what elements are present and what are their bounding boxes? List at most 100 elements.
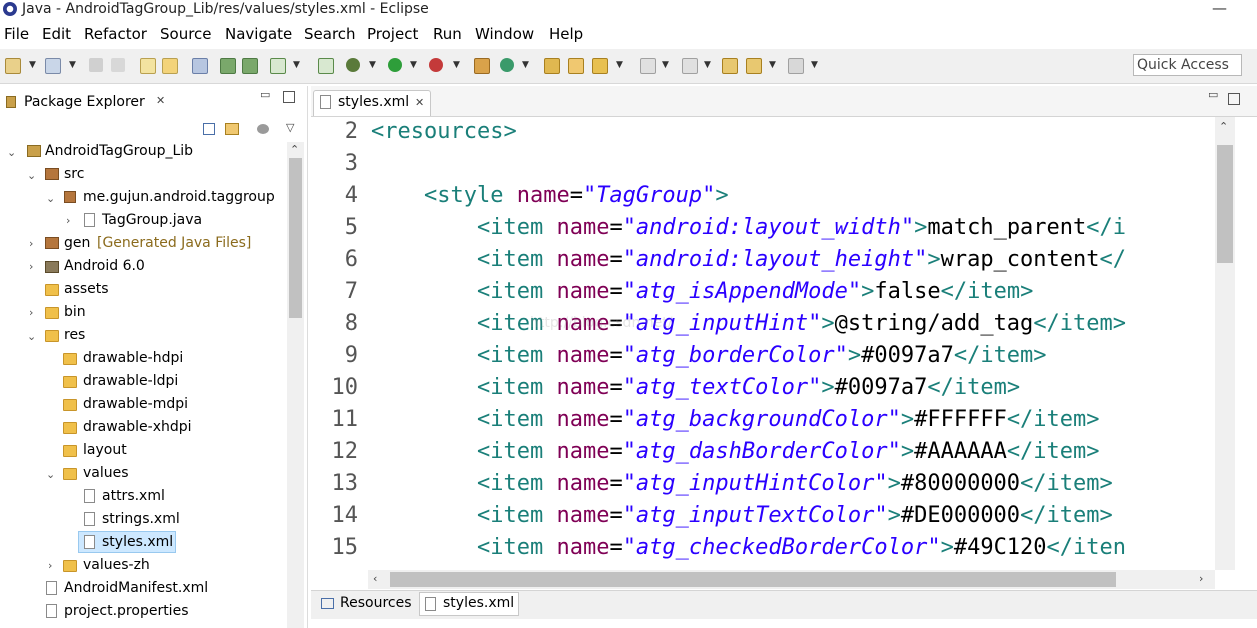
refresh-icon[interactable] xyxy=(500,58,514,72)
chevron-down-icon[interactable]: ▼ xyxy=(369,58,376,72)
editor-vertical-scrollbar-thumb[interactable] xyxy=(1217,145,1233,263)
chevron-down-icon[interactable]: ▼ xyxy=(704,58,711,72)
tree-item-styles-xml[interactable]: styles.xml xyxy=(102,531,173,553)
last-edit-icon[interactable] xyxy=(722,58,738,74)
menu-refactor[interactable]: Refactor xyxy=(84,24,147,44)
chevron-down-icon[interactable]: ▼ xyxy=(616,58,623,72)
save-icon[interactable] xyxy=(89,58,103,72)
chevron-down-icon[interactable]: ▼ xyxy=(293,58,300,72)
chevron-down-icon[interactable]: ⌄ xyxy=(7,146,16,159)
chevron-down-icon[interactable]: ⌄ xyxy=(46,468,55,481)
scroll-right-icon[interactable]: › xyxy=(1199,572,1203,585)
chevron-down-icon[interactable]: ▼ xyxy=(410,58,417,72)
collapse-all-icon[interactable] xyxy=(203,123,215,135)
tree-item-layout[interactable]: layout xyxy=(83,439,127,461)
menu-search[interactable]: Search xyxy=(304,24,356,44)
scroll-up-icon[interactable]: ⌃ xyxy=(290,143,299,156)
tree-item-values-zh[interactable]: values-zh xyxy=(83,554,150,576)
tab-styles-xml-label[interactable]: styles.xml xyxy=(443,592,514,616)
tree-item-project[interactable]: AndroidTagGroup_Lib xyxy=(45,140,193,162)
chevron-down-icon[interactable]: ▼ xyxy=(662,58,669,72)
chevron-down-icon[interactable]: ▼ xyxy=(453,58,460,72)
tree-item-manifest[interactable]: AndroidManifest.xml xyxy=(64,577,208,599)
pin-icon[interactable] xyxy=(192,58,208,74)
chevron-down-icon[interactable]: ▼ xyxy=(69,58,76,72)
scroll-up-icon[interactable]: ⌃ xyxy=(1219,120,1228,133)
menu-source[interactable]: Source xyxy=(160,24,212,44)
view-menu-icon[interactable]: ▽ xyxy=(286,121,294,134)
maximize-view-icon[interactable] xyxy=(1228,93,1240,105)
menu-run[interactable]: Run xyxy=(433,24,462,44)
run-external-icon[interactable] xyxy=(429,58,443,72)
quick-access-input[interactable]: Quick Access xyxy=(1133,54,1242,76)
tree-item-gen[interactable]: gen xyxy=(64,232,90,254)
tree-item-values[interactable]: values xyxy=(83,462,129,484)
maximize-view-icon[interactable] xyxy=(283,91,295,103)
chevron-down-icon[interactable]: ▼ xyxy=(769,58,776,72)
chevron-right-icon[interactable]: › xyxy=(29,260,33,273)
open-folder-icon[interactable] xyxy=(568,58,584,74)
download-icon[interactable] xyxy=(220,58,236,74)
next-annotation-icon[interactable] xyxy=(640,58,656,74)
link-editor-icon[interactable] xyxy=(225,123,239,135)
minimize-view-icon[interactable]: ▭ xyxy=(260,88,270,101)
tree-item-res[interactable]: res xyxy=(64,324,85,346)
chevron-down-icon[interactable]: ▼ xyxy=(522,58,529,72)
tree-item-drawable-xhdpi[interactable]: drawable-xhdpi xyxy=(83,416,192,438)
close-icon[interactable]: ✕ xyxy=(415,96,424,109)
tree-item-drawable-hdpi[interactable]: drawable-hdpi xyxy=(83,347,183,369)
code-editor[interactable]: <resources> <style name="TagGroup"> <ite… xyxy=(368,117,1215,570)
chevron-down-icon[interactable]: ⌄ xyxy=(27,330,36,343)
open-type-icon[interactable] xyxy=(140,58,156,74)
menu-file[interactable]: File xyxy=(4,24,29,44)
chevron-down-icon[interactable]: ▼ xyxy=(811,58,818,72)
tree-item-android-60[interactable]: Android 6.0 xyxy=(64,255,145,277)
menu-help[interactable]: Help xyxy=(549,24,583,44)
new-android-project-icon[interactable] xyxy=(318,58,334,74)
tree-item-taggroup-java[interactable]: TagGroup.java xyxy=(102,209,202,231)
prev-annotation-icon[interactable] xyxy=(682,58,698,74)
chevron-right-icon[interactable]: › xyxy=(48,559,52,572)
pencil-icon[interactable] xyxy=(592,58,608,74)
new-icon[interactable] xyxy=(5,58,21,74)
tree-item-drawable-mdpi[interactable]: drawable-mdpi xyxy=(83,393,188,415)
package-explorer-tab[interactable]: Package Explorer xyxy=(24,93,145,111)
tree-item-drawable-ldpi[interactable]: drawable-ldpi xyxy=(83,370,178,392)
new-project-icon[interactable] xyxy=(45,58,61,74)
scroll-left-icon[interactable]: ‹ xyxy=(373,572,377,585)
run-icon[interactable] xyxy=(388,58,402,72)
chevron-right-icon[interactable]: › xyxy=(29,306,33,319)
sdk-manager-icon[interactable] xyxy=(242,58,258,74)
chevron-down-icon[interactable]: ⌄ xyxy=(27,169,36,182)
open-project-icon[interactable] xyxy=(544,58,560,74)
chevron-down-icon[interactable]: ▼ xyxy=(29,58,36,72)
chevron-right-icon[interactable]: › xyxy=(66,214,70,227)
debug-icon[interactable] xyxy=(346,58,360,72)
tree-item-attrs-xml[interactable]: attrs.xml xyxy=(102,485,165,507)
close-icon[interactable]: ✕ xyxy=(156,94,165,107)
new-class-icon[interactable] xyxy=(474,58,490,74)
menu-window[interactable]: Window xyxy=(475,24,534,44)
forward-arrow-icon[interactable] xyxy=(788,58,804,74)
tree-item-strings-xml[interactable]: strings.xml xyxy=(102,508,180,530)
editor-tab-label[interactable]: styles.xml xyxy=(338,93,409,111)
focus-icon[interactable] xyxy=(257,124,269,134)
chevron-right-icon[interactable]: › xyxy=(29,237,33,250)
tab-resources[interactable]: Resources xyxy=(340,592,412,616)
search-icon[interactable] xyxy=(162,58,178,74)
editor-horizontal-scrollbar-thumb[interactable] xyxy=(390,572,1116,587)
chevron-down-icon[interactable]: ⌄ xyxy=(46,192,55,205)
save-all-icon[interactable] xyxy=(111,58,125,72)
checkbox-icon[interactable] xyxy=(270,58,286,74)
back-arrow-icon[interactable] xyxy=(746,58,762,74)
minimize-button[interactable]: — xyxy=(1212,0,1227,16)
menu-edit[interactable]: Edit xyxy=(42,24,71,44)
minimize-view-icon[interactable]: ▭ xyxy=(1208,88,1218,101)
tree-item-package[interactable]: me.gujun.android.taggroup xyxy=(83,186,275,208)
tree-item-assets[interactable]: assets xyxy=(64,278,109,300)
tree-item-bin[interactable]: bin xyxy=(64,301,86,323)
left-scrollbar-thumb[interactable] xyxy=(289,158,302,318)
menu-navigate[interactable]: Navigate xyxy=(225,24,292,44)
tree-item-project-properties[interactable]: project.properties xyxy=(64,600,188,622)
tree-item-src[interactable]: src xyxy=(64,163,84,185)
